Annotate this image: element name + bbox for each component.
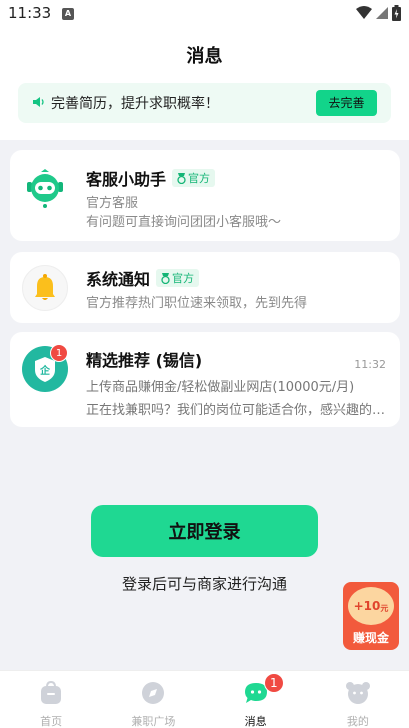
battery-icon	[392, 5, 401, 21]
page-title: 消息	[186, 46, 223, 67]
tab-profile[interactable]: 我的	[307, 671, 409, 728]
notification-app-icon: A	[62, 8, 74, 20]
conversation-preview: 官方推荐热门职位速来领取，先到先得	[86, 296, 308, 311]
tab-label: 消息	[244, 715, 267, 728]
status-icons	[356, 5, 401, 21]
conversation-name-row: 精选推荐 (锡信)	[86, 347, 202, 371]
conversation-preview: 正在找兼职吗？我们的岗位可能适合你，感兴趣的话可以聊聊	[86, 403, 386, 418]
messages-unread-badge: 1	[263, 673, 284, 693]
conversation-featured-recommendation[interactable]: 企 1 精选推荐 (锡信) 11:32 上传商品赚佣金/轻松做副业网店(1000…	[10, 332, 400, 427]
compass-icon	[142, 682, 165, 704]
official-badge: 官方	[172, 169, 216, 187]
tab-label: 兼职广场	[131, 715, 176, 728]
earn-cash-widget[interactable]: +10 元 赚现金	[343, 582, 399, 650]
svg-text:企: 企	[39, 364, 51, 377]
home-icon	[41, 681, 62, 704]
tab-label: 首页	[40, 715, 63, 728]
conversation-system-notice[interactable]: 系统通知 官方 官方推荐热门职位速来领取，先到先得	[10, 252, 400, 323]
system-notice-avatar	[22, 265, 68, 311]
conversation-time: 11:32	[354, 358, 386, 371]
coin-amount: +10	[353, 599, 381, 613]
conversation-name: 客服小助手	[86, 170, 167, 189]
medal-icon	[161, 272, 170, 284]
conversation-name: 系统通知	[86, 270, 151, 289]
complete-resume-button[interactable]: 去完善	[316, 90, 377, 116]
coin-unit: 元	[380, 603, 389, 613]
signal-icon	[376, 7, 388, 19]
official-badge-label: 官方	[188, 172, 211, 185]
unread-count-badge: 1	[50, 344, 68, 362]
tab-home[interactable]: 首页	[0, 671, 102, 728]
conversation-customer-service[interactable]: 客服小助手 官方 官方客服 有问题可直接询问团团小客服哦～	[10, 150, 400, 241]
login-button[interactable]: 立即登录	[91, 505, 318, 557]
conversation-name: 精选推荐 (锡信)	[86, 351, 203, 370]
conversation-job-title: 上传商品赚佣金/轻松做副业网店(10000元/月)	[86, 380, 355, 395]
conversation-name-row: 客服小助手 官方	[86, 166, 216, 190]
wifi-icon	[356, 6, 372, 19]
speaker-icon	[33, 97, 44, 107]
conversation-subtitle: 官方客服	[86, 196, 139, 211]
tab-label: 我的	[346, 715, 369, 728]
bottom-tab-bar: 首页 兼职广场 1 消息 我的	[0, 670, 409, 728]
medal-icon	[177, 172, 186, 184]
status-time: 11:33	[8, 4, 52, 22]
official-badge: 官方	[156, 269, 200, 287]
status-bar: 11:33 A	[0, 0, 409, 28]
conversation-preview: 有问题可直接询问团团小客服哦～	[86, 215, 282, 230]
conversation-name-row: 系统通知 官方	[86, 266, 200, 290]
coin-icon: +10 元	[348, 587, 394, 625]
profile-icon	[345, 682, 370, 704]
tab-part-time-square[interactable]: 兼职广场	[102, 671, 204, 728]
robot-assistant-icon	[22, 164, 68, 210]
earn-cash-label: 赚现金	[352, 631, 389, 645]
bell-icon	[35, 274, 55, 300]
banner-text: 完善简历，提升求职概率！	[51, 96, 219, 112]
resume-banner: 完善简历，提升求职概率！ 去完善	[18, 83, 391, 123]
official-badge-label: 官方	[172, 272, 195, 285]
tab-messages[interactable]: 1 消息	[205, 671, 307, 728]
